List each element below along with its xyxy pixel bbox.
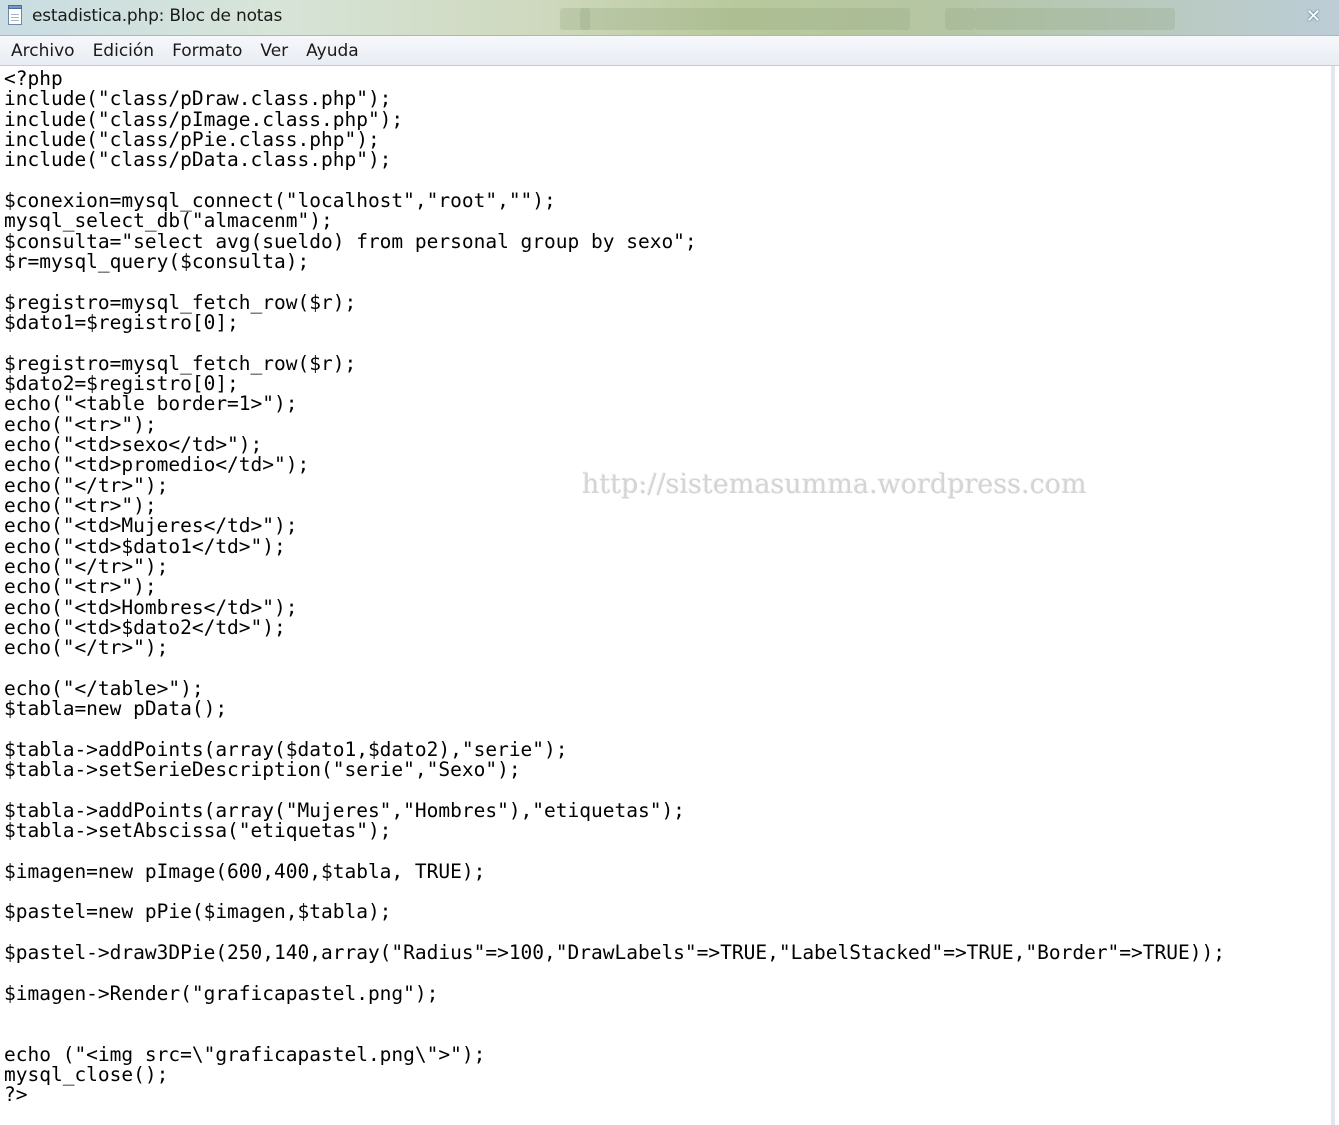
code-line[interactable]: mysql_close(); (0, 1064, 1330, 1085)
code-line[interactable] (0, 841, 1330, 861)
code-line[interactable]: echo("</table>"); (0, 678, 1330, 699)
code-line[interactable]: echo("<tr>"); (0, 495, 1330, 516)
code-line[interactable] (0, 720, 1330, 740)
code-line[interactable]: $consulta="select avg(sueldo) from perso… (0, 231, 1330, 252)
background-tab-icon (945, 8, 975, 30)
window-title: estadistica.php: Bloc de notas (32, 6, 283, 26)
code-line[interactable]: $tabla=new pData(); (0, 698, 1330, 719)
code-line[interactable]: echo("</tr>"); (0, 637, 1330, 658)
code-line[interactable]: echo("</tr>"); (0, 475, 1330, 496)
code-line[interactable]: $dato2=$registro[0]; (0, 373, 1330, 394)
code-line[interactable]: include("class/pPie.class.php"); (0, 129, 1330, 150)
background-tab (580, 8, 910, 30)
code-line[interactable] (0, 963, 1330, 983)
code-line[interactable]: echo("<tr>"); (0, 576, 1330, 597)
code-line[interactable] (0, 272, 1330, 292)
code-line[interactable]: <?php (0, 68, 1330, 89)
code-line[interactable]: echo ("<img src=\"graficapastel.png\">")… (0, 1044, 1330, 1065)
code-line[interactable]: echo("</tr>"); (0, 556, 1330, 577)
code-line[interactable]: include("class/pDraw.class.php"); (0, 88, 1330, 109)
code-line[interactable] (0, 659, 1330, 679)
menu-ayuda[interactable]: Ayuda (297, 39, 368, 63)
code-line[interactable] (0, 882, 1330, 902)
code-line[interactable]: include("class/pImage.class.php"); (0, 109, 1330, 130)
code-line[interactable]: $tabla->setAbscissa("etiquetas"); (0, 820, 1330, 841)
code-line[interactable]: echo("<table border=1>"); (0, 393, 1330, 414)
code-line[interactable]: include("class/pData.class.php"); (0, 149, 1330, 170)
code-line[interactable]: $conexion=mysql_connect("localhost","roo… (0, 190, 1330, 211)
code-line[interactable]: $tabla->addPoints(array("Mujeres","Hombr… (0, 800, 1330, 821)
code-line[interactable]: echo("<td>Mujeres</td>"); (0, 515, 1330, 536)
text-editor[interactable]: <?php include("class/pDraw.class.php"); in… (0, 66, 1335, 1125)
code-line[interactable]: $imagen=new pImage(600,400,$tabla, TRUE)… (0, 861, 1330, 882)
code-line[interactable]: $dato1=$registro[0]; (0, 312, 1330, 333)
close-icon[interactable]: ✕ (1306, 6, 1321, 27)
code-line[interactable]: echo("<td>promedio</td>"); (0, 454, 1330, 475)
code-line[interactable]: $registro=mysql_fetch_row($r); (0, 353, 1330, 374)
menu-ver[interactable]: Ver (251, 39, 297, 63)
menu-bar: Archivo Edición Formato Ver Ayuda (0, 36, 1339, 66)
code-line[interactable]: $registro=mysql_fetch_row($r); (0, 292, 1330, 313)
code-line[interactable]: $tabla->addPoints(array($dato1,$dato2),"… (0, 739, 1330, 760)
code-line[interactable]: echo("<tr>"); (0, 414, 1330, 435)
notepad-window: estadistica.php: Bloc de notas ✕ Archivo… (0, 0, 1339, 1125)
code-line[interactable] (0, 1004, 1330, 1024)
background-tab (975, 8, 1175, 30)
code-line[interactable]: ?> (0, 1085, 1330, 1106)
code-line[interactable] (0, 171, 1330, 191)
menu-archivo[interactable]: Archivo (2, 39, 84, 63)
code-line[interactable]: echo("<td>sexo</td>"); (0, 434, 1330, 455)
code-line[interactable]: $pastel=new pPie($imagen,$tabla); (0, 902, 1330, 923)
code-line[interactable]: $imagen->Render("graficapastel.png"); (0, 983, 1330, 1004)
code-line[interactable]: $r=mysql_query($consulta); (0, 251, 1330, 272)
code-line[interactable] (0, 1024, 1330, 1044)
code-line[interactable]: echo("<td>$dato1</td>"); (0, 536, 1330, 557)
menu-edicion[interactable]: Edición (84, 39, 164, 63)
code-line[interactable]: $tabla->setSerieDescription("serie","Sex… (0, 759, 1330, 780)
code-line[interactable] (0, 780, 1330, 800)
code-line[interactable]: mysql_select_db("almacenm"); (0, 210, 1330, 231)
title-bar[interactable]: estadistica.php: Bloc de notas ✕ (0, 0, 1339, 36)
code-line[interactable]: echo("<td>Hombres</td>"); (0, 597, 1330, 618)
menu-formato[interactable]: Formato (163, 39, 251, 63)
code-line[interactable]: echo("<td>$dato2</td>"); (0, 617, 1330, 638)
code-line[interactable]: $pastel->draw3DPie(250,140,array("Radius… (0, 942, 1330, 963)
code-line[interactable] (0, 923, 1330, 943)
code-content[interactable]: <?php include("class/pDraw.class.php"); in… (0, 68, 1330, 1106)
code-line[interactable] (0, 333, 1330, 353)
notepad-icon (8, 5, 22, 25)
